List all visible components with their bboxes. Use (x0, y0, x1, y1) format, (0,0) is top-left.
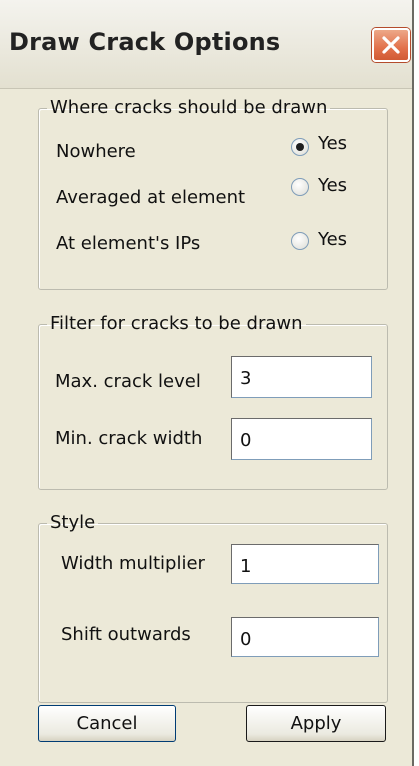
option-label-nowhere: Nowhere (56, 141, 136, 162)
width-multiplier-label: Width multiplier (61, 553, 205, 574)
radio-label-averaged: Yes (318, 175, 348, 196)
shift-outwards-label: Shift outwards (61, 624, 191, 645)
option-label-averaged: Averaged at element (56, 187, 246, 208)
filter-cracks-legend: Filter for cracks to be drawn (50, 313, 303, 334)
radio-nowhere[interactable] (291, 138, 309, 156)
radio-circle (291, 178, 309, 196)
title-bar: Draw Crack Options (0, 0, 412, 89)
where-cracks-legend: Where cracks should be drawn (50, 97, 328, 118)
radio-label-nowhere: Yes (318, 133, 348, 154)
style-group: Style (38, 513, 388, 703)
close-icon (382, 36, 400, 54)
radio-label-ips: Yes (318, 229, 348, 250)
min-crack-width-input[interactable]: 0 (231, 418, 372, 460)
max-crack-level-label: Max. crack level (55, 371, 201, 392)
style-legend: Style (50, 512, 96, 533)
apply-button[interactable]: Apply (246, 705, 386, 742)
radio-ips[interactable] (291, 232, 309, 250)
radio-circle (291, 232, 309, 250)
filter-cracks-group: Filter for cracks to be drawn (38, 314, 388, 490)
close-button[interactable] (372, 28, 410, 62)
shift-outwards-input[interactable]: 0 (231, 617, 379, 657)
max-crack-level-input[interactable]: 3 (231, 356, 372, 398)
min-crack-width-label: Min. crack width (55, 428, 203, 449)
width-multiplier-input[interactable]: 1 (231, 544, 379, 584)
radio-averaged[interactable] (291, 178, 309, 196)
radio-selected-dot (296, 143, 304, 151)
dialog-title: Draw Crack Options (9, 28, 281, 56)
draw-crack-options-dialog: Draw Crack Options Where cracks should b… (0, 0, 414, 766)
cancel-button[interactable]: Cancel (38, 705, 176, 742)
option-label-ips: At element's IPs (56, 233, 201, 254)
